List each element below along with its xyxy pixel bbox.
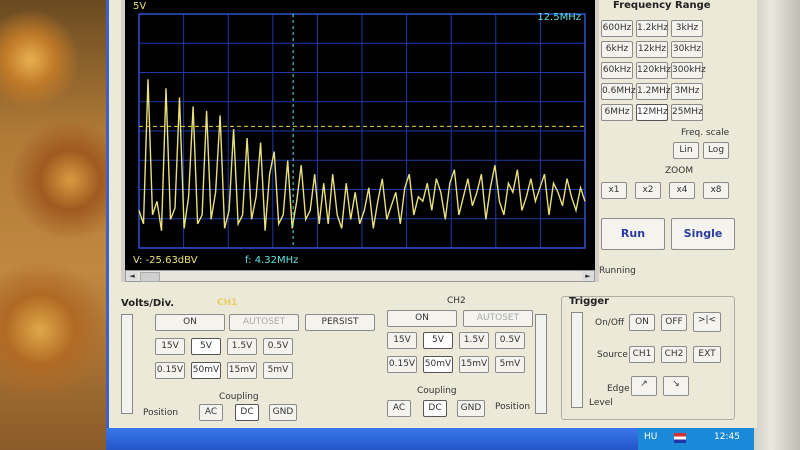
ch2-volts-1_5V[interactable]: 1.5V [459, 332, 489, 349]
frequency-range-panel: Frequency Range 600Hz 1.2kHz 3kHz 6kHz 12kHz… [599, 0, 757, 292]
trigger-on-button[interactable]: ON [629, 314, 655, 331]
display-scrollbar[interactable]: ◄ ► [125, 270, 595, 282]
zoom-label: ZOOM [665, 166, 694, 176]
ch1-volts-5mV[interactable]: 5mV [263, 362, 293, 379]
ch2-volts-5mV[interactable]: 5mV [495, 356, 525, 373]
single-button[interactable]: Single [671, 218, 735, 250]
status-text: Running [599, 266, 636, 276]
freq-button-0_6MHz[interactable]: 0.6MHz [601, 83, 636, 100]
zoom-x8-button[interactable]: x8 [703, 182, 729, 199]
log-button[interactable]: Log [703, 142, 729, 159]
frequency-range-title: Frequency Range [613, 0, 711, 11]
voltage-label: 5V [133, 1, 146, 12]
freq-button-30kHz[interactable]: 30kHz [671, 41, 703, 58]
ch2-coupling-label: Coupling [417, 386, 457, 396]
scroll-right-icon[interactable]: ► [582, 271, 594, 281]
ch2-volts-0_15V[interactable]: 0.15V [387, 356, 417, 373]
freq-button-300kHz[interactable]: 300kHz [671, 62, 706, 79]
ch2-volts-5V[interactable]: 5V [423, 332, 453, 349]
trigger-off-button[interactable]: OFF [661, 314, 687, 331]
freq-button-12MHz[interactable]: 12MHz [636, 104, 668, 121]
ch1-gnd-button[interactable]: GND [269, 404, 297, 421]
flag-icon[interactable] [674, 433, 686, 443]
trigger-title: Trigger [569, 296, 610, 307]
frequency-readout: f: 4.32MHz [245, 255, 298, 266]
desktop-wallpaper [0, 0, 112, 450]
persist-button[interactable]: PERSIST [305, 314, 375, 331]
edge-rising-icon[interactable]: ↗ [631, 376, 657, 396]
scroll-left-icon[interactable]: ◄ [126, 271, 138, 281]
zoom-x4-button[interactable]: x4 [669, 182, 695, 199]
freq-button-12kHz[interactable]: 12kHz [636, 41, 668, 58]
ch1-volts-0_15V[interactable]: 0.15V [155, 362, 185, 379]
ch2-volts-50mV[interactable]: 50mV [423, 356, 453, 373]
freq-button-6kHz[interactable]: 6kHz [601, 41, 633, 58]
freq-button-60kHz[interactable]: 60kHz [601, 62, 633, 79]
trigger-source-label: Source [597, 350, 628, 360]
zoom-x1-button[interactable]: x1 [601, 182, 627, 199]
freq-button-6MHz[interactable]: 6MHz [601, 104, 633, 121]
ch2-position-label: Position [495, 402, 531, 412]
lin-button[interactable]: Lin [673, 142, 699, 159]
edge-falling-icon[interactable]: ↘ [663, 376, 689, 396]
source-ch1-button[interactable]: CH1 [629, 346, 655, 363]
zoom-x2-button[interactable]: x2 [635, 182, 661, 199]
system-tray: HU 12:45 [638, 428, 754, 450]
clock[interactable]: 12:45 [714, 432, 740, 442]
freq-scale-label: Freq. scale [681, 128, 730, 138]
oscilloscope-window: 5V 12.5MHz V: -25.63dBV f: 4.32MHz ◄ ► Freq… [106, 0, 757, 428]
freq-button-600Hz[interactable]: 600Hz [601, 20, 633, 37]
freq-button-3kHz[interactable]: 3kHz [671, 20, 703, 37]
volts-div-title: Volts/Div. [121, 298, 175, 309]
ch2-volts-15mV[interactable]: 15mV [459, 356, 489, 373]
ch2-volts-0_5V[interactable]: 0.5V [495, 332, 525, 349]
spectrum-display[interactable]: 5V 12.5MHz V: -25.63dBV f: 4.32MHz [125, 0, 595, 272]
ch1-position-slider[interactable] [121, 314, 133, 414]
trigger-edge-label: Edge [607, 384, 630, 394]
run-button[interactable]: Run [601, 218, 665, 250]
ch2-on-button[interactable]: ON [387, 310, 457, 327]
ch1-volts-50mV[interactable]: 50mV [191, 362, 221, 379]
monitor-bezel [752, 0, 800, 450]
freq-button-1_2kHz[interactable]: 1.2kHz [636, 20, 668, 37]
trigger-expand-icon[interactable]: >|< [693, 312, 721, 332]
ch2-autoset-button[interactable]: AUTOSET [463, 310, 533, 327]
ch2-position-slider[interactable] [535, 314, 547, 414]
ch1-volts-15mV[interactable]: 15mV [227, 362, 257, 379]
ch1-volts-0_5V[interactable]: 0.5V [263, 338, 293, 355]
spectrum-plot[interactable]: 5V 12.5MHz V: -25.63dBV f: 4.32MHz [125, 0, 595, 272]
source-ch2-button[interactable]: CH2 [661, 346, 687, 363]
freq-button-25MHz[interactable]: 25MHz [671, 104, 703, 121]
ch2-dc-button[interactable]: DC [423, 400, 447, 417]
ch1-dc-button[interactable]: DC [235, 404, 259, 421]
language-indicator[interactable]: HU [644, 432, 657, 442]
ch1-ac-button[interactable]: AC [199, 404, 223, 421]
ch2-volts-15V[interactable]: 15V [387, 332, 417, 349]
ch1-volts-5V[interactable]: 5V [191, 338, 221, 355]
ch2-ac-button[interactable]: AC [387, 400, 411, 417]
ch1-volts-15V[interactable]: 15V [155, 338, 185, 355]
ch1-position-label: Position [143, 408, 179, 418]
voltage-readout: V: -25.63dBV [133, 255, 198, 266]
lower-controls: Volts/Div. CH1 ON AUTOSET PERSIST 15V 5V 1… [121, 292, 751, 424]
ch1-autoset-button[interactable]: AUTOSET [229, 314, 299, 331]
ch1-label: CH1 [217, 298, 238, 308]
ch2-label: CH2 [447, 296, 466, 306]
trigger-level-label: Level [589, 398, 613, 408]
trigger-onoff-label: On/Off [595, 318, 625, 328]
source-ext-button[interactable]: EXT [693, 346, 721, 363]
freq-button-120kHz[interactable]: 120kHz [636, 62, 671, 79]
ch1-on-button[interactable]: ON [155, 314, 225, 331]
ch1-coupling-label: Coupling [219, 392, 259, 402]
trigger-level-slider[interactable] [571, 312, 583, 408]
freq-button-1_2MHz[interactable]: 1.2MHz [636, 83, 671, 100]
scroll-thumb[interactable] [140, 272, 160, 282]
freq-button-3MHz[interactable]: 3MHz [671, 83, 703, 100]
ch1-volts-1_5V[interactable]: 1.5V [227, 338, 257, 355]
freq-span-label: 12.5MHz [537, 12, 581, 23]
ch2-gnd-button[interactable]: GND [457, 400, 485, 417]
taskbar: HU 12:45 [106, 428, 754, 450]
